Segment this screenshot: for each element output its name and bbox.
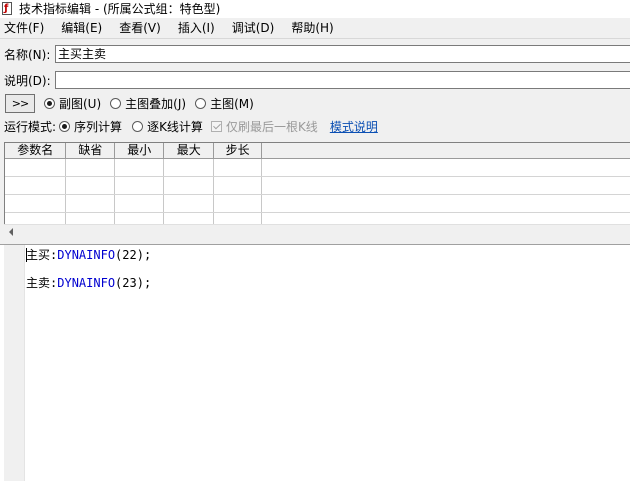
code-line: 主卖:DYNAINFO(23); [26, 275, 151, 303]
scroll-left-icon[interactable] [9, 228, 13, 236]
menu-file[interactable]: 文件(F) [0, 18, 51, 38]
table-cell[interactable] [213, 194, 263, 213]
window-title: 技术指标编辑 - (所属公式组：特色型) [19, 2, 221, 16]
col-filler [261, 143, 630, 159]
table-row [5, 194, 630, 213]
radio-icon [59, 120, 71, 132]
table-cell[interactable] [114, 158, 165, 177]
code-args: (22); [115, 248, 152, 262]
desc-field[interactable] [55, 71, 630, 89]
option-per-bar-calc-label: 逐K线计算 [147, 119, 203, 134]
title-bar: ƒ 技术指标编辑 - (所属公式组：特色型) [0, 0, 630, 18]
table-cell-filler [261, 158, 630, 177]
option-main-chart-label: 主图(M) [210, 96, 254, 111]
params-header-row: 参数名 缺省 最小 最大 步长 [5, 143, 630, 159]
table-cell-filler [261, 176, 630, 195]
desc-row: 说明(D): [0, 71, 630, 89]
table-cell[interactable] [213, 158, 263, 177]
table-cell[interactable] [5, 194, 67, 213]
table-cell[interactable] [163, 176, 215, 195]
table-cell[interactable] [163, 194, 215, 213]
col-param-name[interactable]: 参数名 [5, 143, 67, 159]
option-sub-chart-label: 副图(U) [59, 96, 102, 111]
menu-bar: 文件(F) 编辑(E) 查看(V) 插入(I) 调试(D) 帮助(H) [0, 18, 630, 39]
menu-edit[interactable]: 编辑(E) [57, 18, 109, 38]
desc-label: 说明(D): [4, 73, 51, 88]
checkbox-icon [210, 120, 222, 132]
menu-debug[interactable]: 调试(D) [228, 18, 282, 38]
table-cell[interactable] [114, 194, 165, 213]
table-cell-filler [261, 194, 630, 213]
table-cell[interactable] [114, 176, 165, 195]
formula-icon: ƒ [1, 2, 15, 16]
option-sequence-calc-label: 序列计算 [74, 119, 123, 134]
table-cell[interactable] [65, 194, 116, 213]
text-caret [26, 248, 27, 262]
expand-button[interactable]: >> [5, 93, 35, 113]
option-sub-chart[interactable]: 副图(U) [44, 95, 101, 112]
code-area[interactable]: 主买:DYNAINFO(22); 主卖:DYNAINFO(23); [26, 247, 151, 303]
table-row [5, 176, 630, 195]
formula-editor[interactable]: 主买:DYNAINFO(22); 主卖:DYNAINFO(23); [0, 244, 630, 481]
option-per-bar-calc[interactable]: 逐K线计算 [132, 118, 203, 135]
code-variable: 主卖 [26, 276, 51, 290]
run-mode-row: 运行模式: 序列计算 逐K线计算 仅刷最后一根K线 模式说明 [0, 117, 630, 135]
name-label: 名称(N): [4, 47, 51, 62]
radio-icon [195, 97, 207, 109]
name-row: 名称(N): 主买主卖 [0, 45, 630, 63]
option-main-overlay[interactable]: 主图叠加(J) [110, 95, 186, 112]
code-args: (23); [115, 276, 152, 290]
table-cell[interactable] [5, 158, 67, 177]
col-max[interactable]: 最大 [163, 143, 215, 159]
col-default[interactable]: 缺省 [65, 143, 116, 159]
editor-gutter [4, 245, 25, 481]
mode-help-link[interactable]: 模式说明 [330, 118, 378, 135]
radio-icon [44, 97, 55, 109]
last-bar-only-label: 仅刷最后一根K线 [225, 119, 318, 134]
menu-insert[interactable]: 插入(I) [174, 18, 222, 38]
table-cell[interactable] [65, 176, 116, 195]
table-row [5, 158, 630, 177]
option-sequence-calc[interactable]: 序列计算 [59, 118, 122, 135]
radio-icon [110, 97, 122, 109]
table-cell[interactable] [213, 176, 263, 195]
code-variable: 主买 [26, 248, 51, 262]
menu-help[interactable]: 帮助(H) [287, 18, 340, 38]
display-options-row: >> 副图(U) 主图叠加(J) 主图(M) [0, 93, 630, 113]
params-horizontal-scrollbar[interactable] [4, 224, 630, 240]
option-main-overlay-label: 主图叠加(J) [125, 96, 187, 111]
col-step[interactable]: 步长 [213, 143, 263, 159]
table-cell[interactable] [5, 176, 67, 195]
code-function: DYNAINFO [57, 276, 116, 290]
code-function: DYNAINFO [57, 248, 116, 262]
table-cell[interactable] [65, 158, 116, 177]
name-field[interactable]: 主买主卖 [55, 45, 630, 63]
menu-view[interactable]: 查看(V) [115, 18, 168, 38]
col-min[interactable]: 最小 [114, 143, 165, 159]
last-bar-only-checkbox[interactable]: 仅刷最后一根K线 [210, 118, 318, 135]
radio-icon [132, 120, 144, 132]
option-main-chart[interactable]: 主图(M) [195, 95, 254, 112]
table-cell[interactable] [163, 158, 215, 177]
code-line: 主买:DYNAINFO(22); [26, 247, 151, 275]
run-mode-label: 运行模式: [4, 119, 57, 134]
